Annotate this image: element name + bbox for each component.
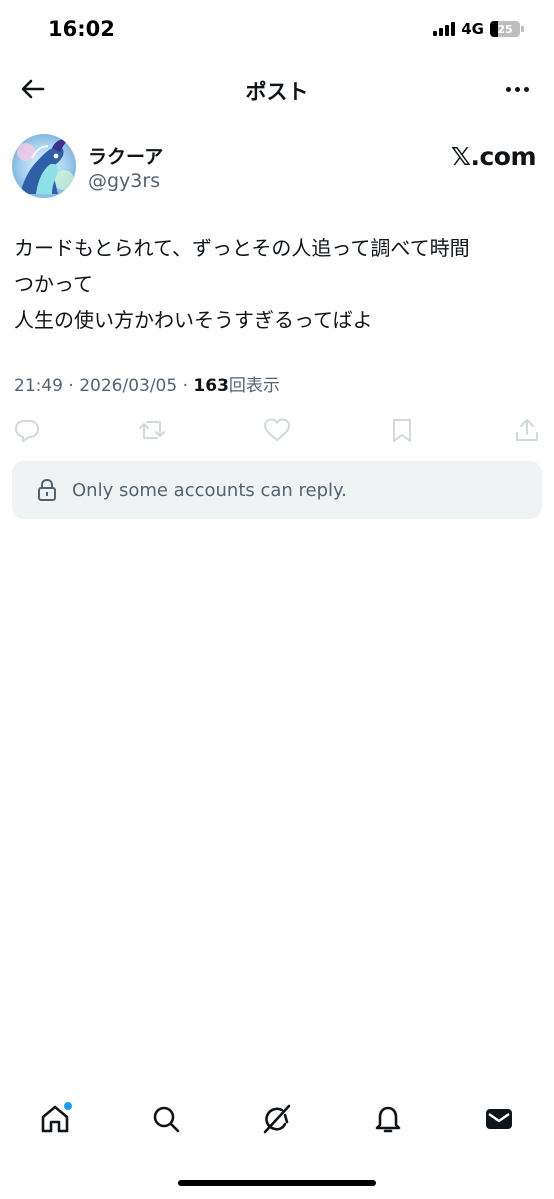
reply-restriction-text: Only some accounts can reply. [72,479,347,501]
home-indicator[interactable] [178,1180,376,1186]
bookmark-button[interactable] [387,415,417,445]
messages-icon [486,1109,512,1129]
grok-icon [263,1104,291,1134]
status-indicators: 4G 25 [433,20,524,38]
status-bar: 16:02 4G 25 [0,0,554,62]
reply-icon [15,420,39,442]
repost-button[interactable] [137,415,167,445]
post-actions [12,413,542,447]
like-icon [264,418,290,441]
signal-strength-icon [433,22,456,36]
home-notification-dot [64,1102,72,1110]
bottom-navigation [0,1092,554,1148]
page-title: ポスト [245,80,309,104]
more-options-button[interactable] [502,74,532,104]
post-meta: 21:49 · 2026/03/05 · 163回表示 [14,371,280,396]
nav-notifications[interactable] [371,1102,405,1136]
battery-cap [521,26,524,32]
search-icon [153,1106,180,1133]
repost-icon [139,421,165,439]
more-options-icon [505,86,511,92]
avatar-image [12,134,76,198]
like-button[interactable] [262,415,292,445]
reply-button[interactable] [12,415,42,445]
post-author: ラクーア @gy3rs 𝕏.com [12,134,537,200]
network-type: 4G [461,20,484,38]
author-name[interactable]: ラクーア [88,142,163,169]
status-time: 16:02 [48,17,115,41]
author-handle[interactable]: @gy3rs [88,170,160,192]
nav-home[interactable] [38,1102,72,1136]
notifications-icon [375,1106,401,1133]
reply-restriction-banner: Only some accounts can reply. [12,461,542,519]
views-label: 回表示 [228,376,280,396]
battery-icon: 25 [490,21,520,37]
nav-messages[interactable] [482,1102,516,1136]
share-icon [516,419,538,441]
post-text-line: 人生の使い方かわいそうすぎるってばよ [14,308,373,332]
post-text-line: つかって [14,272,93,296]
post-text-line: カードもとられて、ずっとその人追って調べて時間 [14,236,470,260]
lock-icon [38,478,56,501]
avatar[interactable] [12,134,76,198]
top-bar: ポスト [0,62,554,118]
battery-level-text: 25 [497,22,513,36]
post-timestamp[interactable]: 21:49 · 2026/03/05 · [14,376,193,396]
nav-grok[interactable] [260,1102,294,1136]
x-com-watermark: 𝕏.com [450,142,537,171]
views-count: 163 [193,376,229,396]
nav-search[interactable] [149,1102,183,1136]
post-text: カードもとられて、ずっとその人追って調べて時間 つかって 人生の使い方かわいそう… [14,230,540,338]
share-button[interactable] [512,415,542,445]
bookmark-icon [393,419,411,442]
